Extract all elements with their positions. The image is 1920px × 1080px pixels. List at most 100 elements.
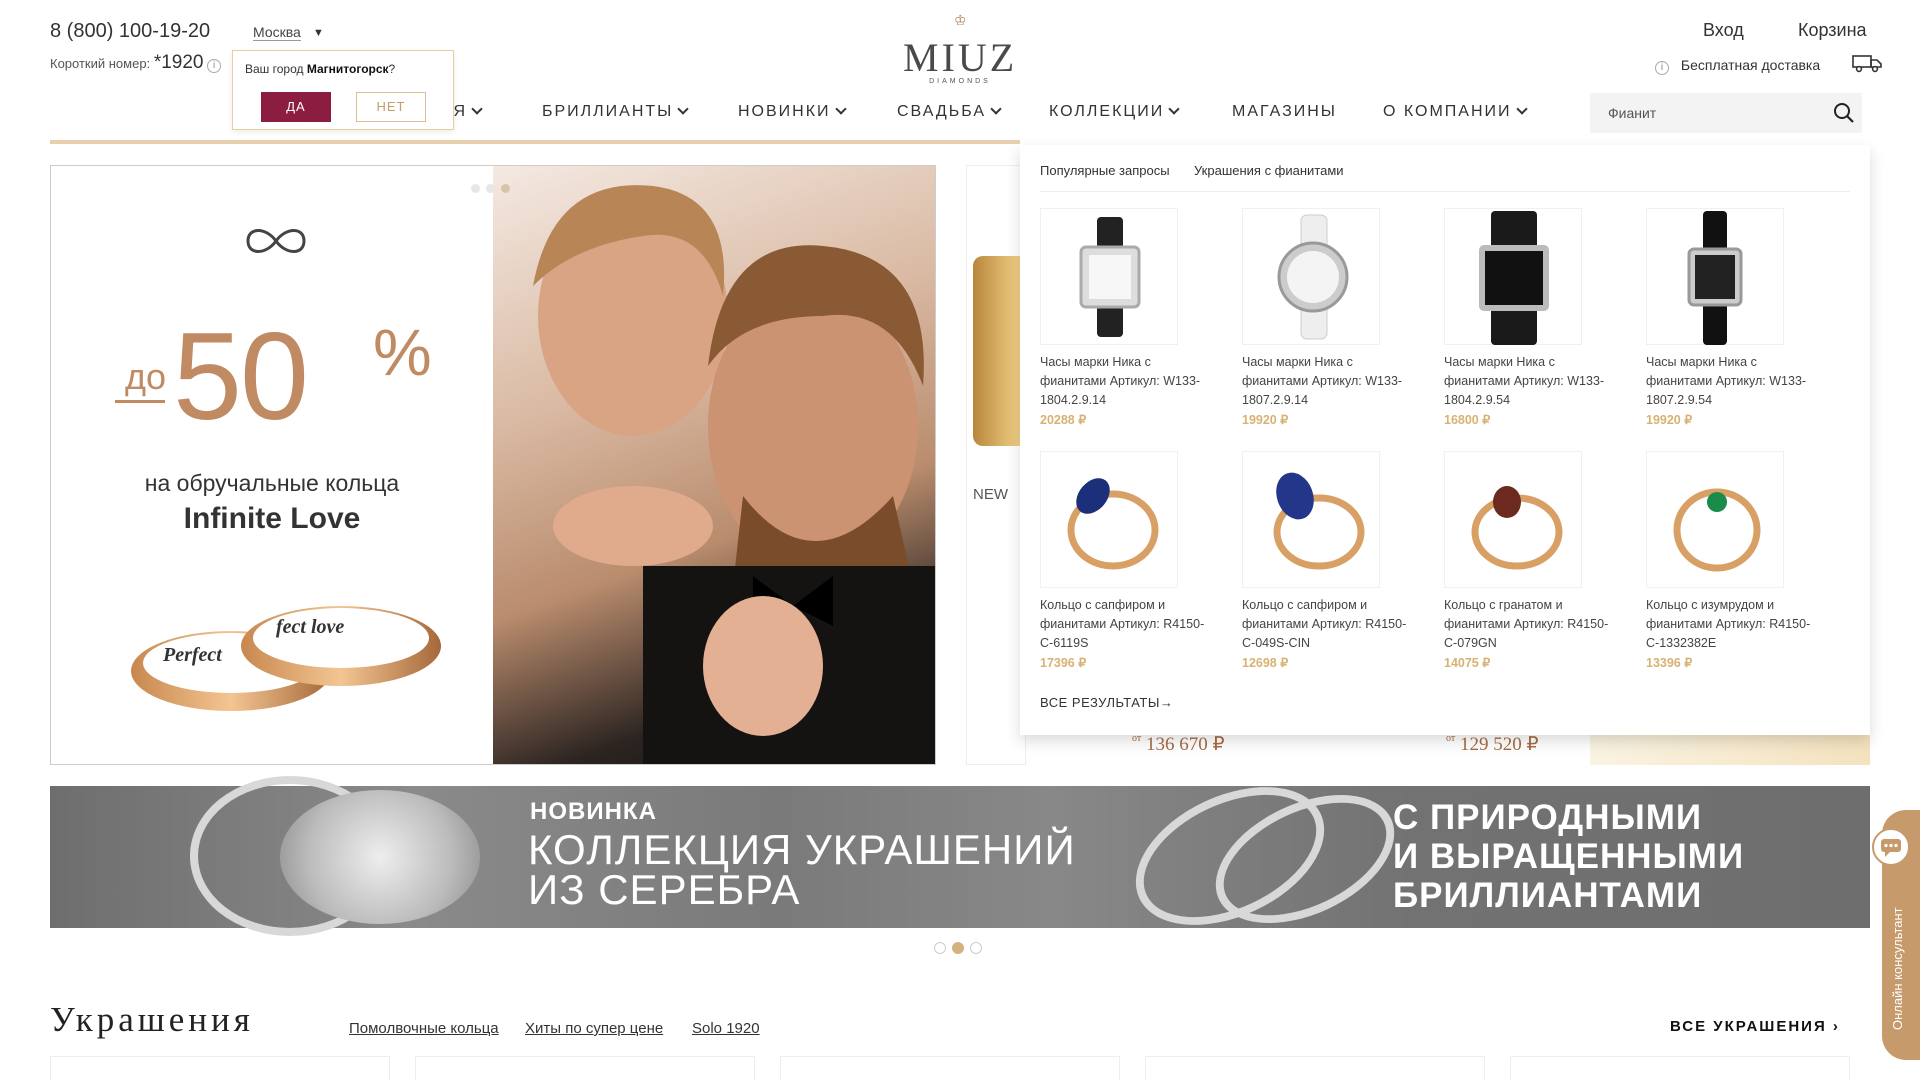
search-result-item[interactable]: Кольцо с изумрудом и фианитами Артикул: R… [1646,451,1831,670]
phone-number[interactable]: 8 (800) 100-19-20 [50,20,210,43]
product-price: 20288 ₽ [1040,413,1087,427]
product-tile[interactable] [1145,1056,1485,1080]
question-text: Ваш город [245,62,307,76]
free-delivery[interactable]: i Бесплатная доставка [1655,57,1820,75]
watch-image [1277,214,1349,340]
banner-dot-2[interactable] [952,942,964,954]
promo-percent: 50 [173,308,309,446]
consultant-label: Онлайн консультант [1890,907,1905,1030]
promo-subtitle: на обручальные кольца [144,470,400,496]
search-result-item[interactable]: Кольцо с сапфиром и фианитами Артикул: R4… [1242,451,1427,670]
nav-item-diamonds[interactable]: БРИЛЛИАНТЫ [542,103,690,121]
logo-subtitle: DIAMONDS [929,78,991,85]
chevron-down-icon[interactable]: ▼ [313,27,324,39]
product-name-line: C-1332382E [1646,636,1717,650]
page: 8 (800) 100-19-20 Москва ▼ Короткий номе… [0,0,1920,1080]
cart-link[interactable]: Корзина [1798,20,1867,41]
all-results-link[interactable]: ВСЕ РЕЗУЛЬТАТЫ→ [1040,695,1173,710]
card-background-gold [1590,730,1870,765]
search-icon[interactable] [1833,102,1855,124]
logo[interactable]: MIUZ [903,34,1017,81]
nav-item-about[interactable]: О КОМПАНИИ [1383,103,1528,121]
product-image [1444,208,1582,345]
search-result-item[interactable]: Часы марки Ника с фианитами Артикул: W133… [1444,208,1629,427]
watch-image [1079,217,1141,337]
card-price-1: от 136 670 ₽ [1132,733,1225,756]
product-name: Кольцо с сапфиром и фианитами Артикул: R4… [1040,596,1220,653]
super-price-hits-link[interactable]: Хиты по супер цене [525,1020,663,1037]
product-name-line: Кольцо с изумрудом и [1646,598,1775,612]
nav-label: БРИЛЛИАНТЫ [542,103,674,120]
hero-dot-2[interactable] [486,184,495,193]
nav-item-collections[interactable]: КОЛЛЕКЦИИ [1049,103,1180,121]
hero-dot-1[interactable] [471,184,480,193]
product-image [1242,451,1380,588]
product-image [1040,451,1178,588]
chevron-down-icon [1168,103,1180,115]
chevron-down-icon [990,103,1002,115]
product-name-line: Часы марки Ника с [1646,355,1757,369]
promo-do: до [125,356,167,397]
product-image [1444,451,1582,588]
product-image [1646,208,1784,345]
search-result-item[interactable]: Часы марки Ника с фианитами Артикул: W133… [1040,208,1225,427]
search-result-item[interactable]: Часы марки Ника с фианитами Артикул: W133… [1646,208,1831,427]
silver-collection-banner[interactable]: НОВИНКА КОЛЛЕКЦИЯ УКРАШЕНИЙ ИЗ СЕРЕБРА С… [50,759,1870,953]
ring-image [1471,486,1563,570]
no-button[interactable]: НЕТ [356,92,426,122]
banner-right-line1: С ПРИРОДНЫМИ [1393,798,1703,837]
nav-label: О КОМПАНИИ [1383,103,1512,120]
card-price-2: от 129 520 ₽ [1446,733,1539,756]
online-consultant-tab[interactable]: Онлайн консультант [1872,810,1920,1060]
search-result-item[interactable]: Кольцо с гранатом и фианитами Артикул: R4… [1444,451,1629,670]
product-image [1646,451,1784,588]
product-name-line: Кольцо с сапфиром и [1242,598,1368,612]
nav-item-wedding[interactable]: СВАДЬБА [897,103,1002,121]
hero-slide[interactable]: до 50 % на обручальные кольца Infinite L… [50,165,936,765]
product-name-line: фианитами Артикул: W133- [1040,374,1201,388]
couple-photo [493,166,935,764]
search-dropdown: Популярные запросы Украшения с фианитами… [1020,145,1870,735]
chevron-down-icon [834,103,847,115]
engagement-rings-link[interactable]: Помолвочные кольца [349,1020,499,1037]
short-number-label: Короткий номер: [50,56,151,71]
hero-dot-3[interactable] [501,184,510,193]
promo-percent-sign: % [373,315,432,389]
search-input[interactable] [1608,93,1808,133]
product-name-line: фианитами Артикул: R4150- [1444,617,1609,631]
nav-item-stores[interactable]: МАГАЗИНЫ [1232,103,1337,121]
nav-item-new[interactable]: НОВИНКИ [738,103,847,121]
product-name-line: 1807.2.9.54 [1646,393,1713,407]
product-tile[interactable] [50,1056,390,1080]
city-confirm-popup: Ваш город Магнитогорск? ДА НЕТ [232,50,454,130]
yes-button[interactable]: ДА [261,92,331,122]
product-image [1040,208,1178,345]
info-icon[interactable]: i [1655,61,1669,75]
product-name-line: фианитами Артикул: W133- [1646,374,1807,388]
login-link[interactable]: Вход [1703,20,1744,41]
search-result-item[interactable]: Кольцо с сапфиром и фианитами Артикул: R4… [1040,451,1225,670]
banner-new-label: НОВИНКА [530,798,657,825]
banner-dot-3[interactable] [970,942,982,954]
delivery-label: Бесплатная доставка [1680,57,1821,73]
logo-crown-icon: ♔ [954,12,967,28]
product-price: 16800 ₽ [1444,413,1491,427]
product-tile[interactable] [415,1056,755,1080]
product-name: Часы марки Ника с фианитами Артикул: W133… [1646,353,1826,410]
info-icon[interactable]: i [207,59,222,73]
search-result-item[interactable]: Часы марки Ника с фианитами Артикул: W133… [1242,208,1427,427]
popular-query-link[interactable]: Украшения с фианитами [1194,163,1344,178]
nav-label: НОВИНКИ [738,103,831,120]
product-tile[interactable] [780,1056,1120,1080]
product-tile[interactable] [1510,1056,1850,1080]
all-jewelry-link[interactable]: ВСЕ УКРАШЕНИЯ › [1670,1018,1840,1035]
section-title: Украшения [50,1000,254,1039]
city-selector[interactable]: Москва [253,24,301,41]
promo-collection: Infinite Love [183,502,361,535]
hero-pagination [471,180,516,198]
product-card-partial[interactable] [966,165,1026,765]
product-name-line: 1804.2.9.14 [1040,393,1107,407]
solo-1920-link[interactable]: Solo 1920 [692,1020,760,1037]
banner-dot-1[interactable] [934,942,946,954]
product-name-line: Часы марки Ника с [1444,355,1555,369]
